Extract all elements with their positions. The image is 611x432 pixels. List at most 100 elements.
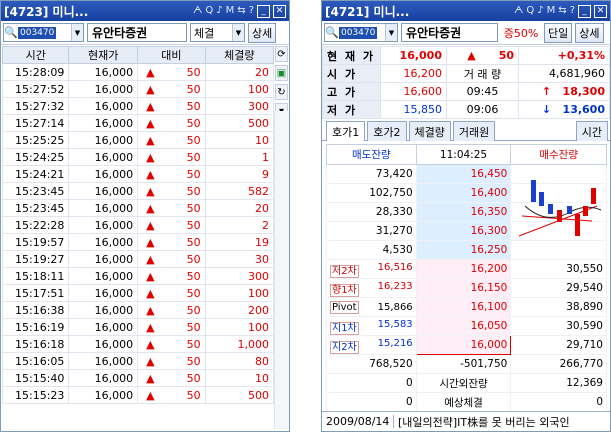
table-row[interactable]: 15:16:05 16,000 ▲ 50 80 (1, 352, 275, 370)
up-arrow-icon: ▲ (146, 99, 155, 113)
table-row[interactable]: 15:22:28 16,000 ▲ 50 2 (1, 216, 275, 234)
tool-icon[interactable]: ⇆ (558, 5, 566, 17)
volume: 4,681,960 (518, 64, 610, 83)
bookmark-icon[interactable]: M (547, 5, 556, 17)
tool-icon[interactable]: ⇆ (237, 5, 245, 17)
link-icon[interactable]: ᗅ (193, 5, 202, 17)
table-row[interactable]: 15:23:45 16,000 ▲ 50 20 (1, 199, 275, 217)
help-icon[interactable]: ? (570, 5, 575, 17)
table-row[interactable]: 15:15:40 16,000 ▲ 50 10 (1, 369, 275, 387)
ask-price[interactable]: 16,250 (415, 240, 512, 260)
up-arrow-icon: ▲ (146, 133, 155, 147)
chart-icon[interactable]: ♪ (537, 5, 543, 17)
minimize-icon[interactable]: _ (578, 4, 591, 18)
tick-price: 16,000 (68, 97, 139, 115)
refresh-icon[interactable]: ⟳ (275, 46, 288, 62)
chevron-down-icon[interactable]: ▼ (71, 24, 83, 41)
tick-time: 15:27:52 (1, 80, 70, 98)
bid-row[interactable]: Pivot 15,866 16,100 38,890 (326, 297, 607, 317)
ask-price[interactable]: 16,400 (415, 183, 512, 203)
bid-row[interactable]: 지2차 15,216 16,000 29,710 (326, 335, 607, 355)
level-label: 저2차 (330, 264, 359, 278)
table-row[interactable]: 15:27:14 16,000 ▲ 50 500 (1, 114, 275, 132)
high-price-label: 고 가 (322, 82, 381, 101)
close-icon[interactable]: ✕ (273, 4, 286, 18)
tab-orderbook1[interactable]: 호가1 (326, 121, 366, 141)
tick-change: 50 (186, 269, 201, 283)
chart-icon[interactable]: ♪ (216, 5, 222, 17)
tick-volume: 100 (204, 318, 275, 336)
level-price: 15,216 (377, 337, 413, 349)
stock-name: 유안타증권 (87, 23, 187, 42)
bookmark-icon[interactable]: M (226, 5, 235, 17)
table-row[interactable]: 15:24:21 16,000 ▲ 50 9 (1, 165, 275, 183)
bid-price[interactable]: 16,050 (415, 316, 512, 336)
news-ticker[interactable]: [내일의전략]IT株를 못 버리는 외국인 (394, 414, 570, 430)
tick-price: 16,000 (68, 233, 139, 251)
bid-row[interactable]: 향1차 16,233 16,150 29,540 (326, 278, 607, 298)
reload-icon[interactable]: ↻ (275, 84, 288, 100)
tab-broker[interactable]: 거래원 (452, 121, 496, 141)
table-row[interactable]: 15:27:52 16,000 ▲ 50 100 (1, 80, 275, 98)
time-button[interactable]: 시간 (575, 121, 608, 141)
chevron-down-icon[interactable]: ▼ (385, 24, 397, 41)
table-row[interactable]: 15:23:45 16,000 ▲ 50 582 (1, 182, 275, 200)
table-row[interactable]: 15:27:32 16,000 ▲ 50 300 (1, 97, 275, 115)
stock-code-field[interactable]: 🔍 003470 ▼ (324, 23, 398, 42)
window-title: [4721] 미니... (325, 4, 410, 19)
tick-price: 16,000 (68, 250, 139, 268)
table-row[interactable]: 15:16:38 16,000 ▲ 50 200 (1, 301, 275, 319)
tick-price: 16,000 (68, 114, 139, 132)
table-row[interactable]: 15:25:25 16,000 ▲ 50 10 (1, 131, 275, 149)
tick-change: 50 (186, 388, 201, 402)
type-select[interactable]: 체결 ▼ (190, 23, 245, 42)
bid-price[interactable]: 16,000 (415, 335, 512, 355)
tick-change: 50 (186, 235, 201, 249)
table-row[interactable]: 15:16:18 16,000 ▲ 50 1,000 (1, 335, 275, 353)
table-row[interactable]: 15:24:25 16,000 ▲ 50 1 (1, 148, 275, 166)
minimize-icon[interactable]: _ (257, 4, 270, 18)
tab-orderbook2[interactable]: 호가2 (367, 121, 407, 141)
table-row[interactable]: 15:17:51 16,000 ▲ 50 100 (1, 284, 275, 302)
detail-button[interactable]: 상세 (575, 22, 604, 43)
table-row[interactable]: 15:15:23 16,000 ▲ 50 500 (1, 386, 275, 404)
quote-icon[interactable]: Q (205, 5, 213, 17)
tick-change: 50 (186, 82, 201, 96)
bid-row[interactable]: 저2차 16,516 16,200 30,550 (326, 259, 607, 279)
chevron-down-icon[interactable]: ▼ (232, 24, 244, 41)
bid-price[interactable]: 16,100 (415, 297, 512, 317)
excel-icon[interactable]: ▣ (275, 65, 288, 81)
status-bar: 2009/08/14 [내일의전략]IT株를 못 버리는 외국인 (322, 411, 610, 431)
link-icon[interactable]: ᗅ (514, 5, 523, 17)
bid-price[interactable]: 16,200 (415, 259, 512, 279)
tick-time: 15:27:14 (1, 114, 70, 132)
tab-volume[interactable]: 체결량 (408, 121, 451, 141)
scrollbar[interactable] (274, 111, 289, 429)
candle (567, 206, 572, 214)
tick-table: 시간 현재가 대비 체결량 15:28:09 16,000 ▲ 50 20 15:2… (1, 46, 275, 404)
close-icon[interactable]: ✕ (594, 4, 607, 18)
unit-button[interactable]: 단일 (544, 22, 573, 43)
quote-icon[interactable]: Q (526, 5, 534, 17)
tick-time: 15:19:27 (1, 250, 70, 268)
col-price: 현재가 (68, 46, 139, 64)
bid-volume: 30,590 (510, 316, 607, 336)
table-row[interactable]: 15:19:57 16,000 ▲ 50 19 (1, 233, 275, 251)
detail-button[interactable]: 상세 (248, 22, 277, 43)
tick-change: 50 (186, 201, 201, 215)
bid-row[interactable]: 지1차 15,583 16,050 30,590 (326, 316, 607, 336)
bid-price[interactable]: 16,150 (415, 278, 512, 298)
help-icon[interactable]: ? (249, 5, 254, 17)
table-row[interactable]: 15:18:11 16,000 ▲ 50 300 (1, 267, 275, 285)
stock-code-field[interactable]: 🔍 003470 ▼ (3, 23, 84, 42)
search-icon[interactable]: 🔍 (325, 26, 339, 39)
search-icon[interactable]: 🔍 (4, 26, 18, 39)
ask-price[interactable]: 16,450 (415, 164, 512, 184)
table-row[interactable]: 15:28:09 16,000 ▲ 50 20 (1, 63, 275, 81)
table-row[interactable]: 15:16:19 16,000 ▲ 50 100 (1, 318, 275, 336)
ask-price[interactable]: 16,300 (415, 221, 512, 241)
ask-price[interactable]: 16,350 (415, 202, 512, 222)
col-change: 대비 (137, 46, 206, 64)
tick-price: 16,000 (68, 335, 139, 353)
table-row[interactable]: 15:19:27 16,000 ▲ 50 30 (1, 250, 275, 268)
